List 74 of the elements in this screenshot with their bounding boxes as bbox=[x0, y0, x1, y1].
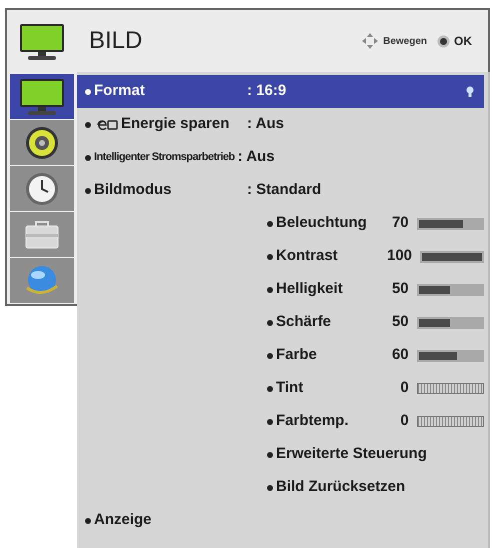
setting-label: Energie sparen bbox=[121, 114, 230, 134]
menu-row[interactable]: Erweiterte Steuerung bbox=[77, 438, 484, 471]
setting-value: 50 bbox=[390, 279, 409, 300]
setting-label: Farbtemp. bbox=[276, 411, 349, 432]
bullet-icon bbox=[267, 220, 273, 226]
menu-row[interactable]: Anzeige bbox=[77, 504, 484, 537]
setting-label: Erweiterte Steuerung bbox=[276, 444, 427, 464]
clock-icon bbox=[25, 172, 59, 206]
setting-value: 0 bbox=[399, 411, 409, 432]
tv-icon bbox=[18, 76, 66, 116]
setting-label: Farbe bbox=[276, 345, 317, 366]
setting-label: Schärfe bbox=[276, 312, 332, 332]
setting-value: 60 bbox=[390, 345, 409, 366]
menu-row[interactable]: Helligkeit 50 bbox=[77, 273, 484, 306]
setting-label: Format bbox=[94, 81, 145, 102]
hint-label: Bewegen bbox=[383, 34, 427, 48]
menu-row[interactable]: Kontrast 100 bbox=[77, 240, 484, 273]
setting-value: : 16:9 bbox=[247, 81, 286, 102]
setting-label: Bildmodus bbox=[94, 180, 172, 200]
setting-value: : Aus bbox=[238, 147, 275, 168]
tv-logo-icon bbox=[18, 22, 66, 62]
level-bar[interactable] bbox=[416, 350, 484, 362]
setting-label: Tint bbox=[276, 378, 304, 398]
bullet-icon bbox=[267, 254, 273, 260]
setting-label: Kontrast bbox=[276, 246, 338, 266]
bullet-icon bbox=[267, 484, 273, 490]
setting-value: 100 bbox=[387, 246, 412, 266]
setting-label: Beleuchtung bbox=[276, 213, 367, 234]
sidebar-tab[interactable] bbox=[10, 166, 74, 211]
setting-label: Helligkeit bbox=[276, 279, 343, 300]
menu-row[interactable]: Beleuchtung 70 bbox=[77, 207, 484, 240]
setting-value: : Standard bbox=[247, 180, 322, 200]
setting-label: Intelligenter Stromsparbetrieb bbox=[94, 150, 235, 166]
level-bar[interactable] bbox=[416, 284, 484, 296]
bullet-icon bbox=[85, 88, 91, 94]
level-bar[interactable] bbox=[416, 316, 484, 328]
bullet-icon bbox=[267, 320, 273, 326]
setting-label: Anzeige bbox=[94, 510, 152, 530]
bullet-icon bbox=[85, 518, 91, 524]
selected-menu-row[interactable]: Format : 16:9 bbox=[77, 75, 484, 108]
bullet-icon bbox=[85, 154, 91, 160]
bullet-icon bbox=[267, 386, 273, 392]
menu-row[interactable]: Bildmodus : Standard bbox=[77, 174, 484, 207]
setting-value: : Aus bbox=[247, 114, 284, 134]
menu-row[interactable]: Tint 0 bbox=[77, 372, 484, 405]
balance-bar[interactable] bbox=[416, 416, 484, 427]
setting-value: 0 bbox=[399, 378, 409, 398]
speaker-icon bbox=[25, 126, 59, 160]
ok-button-icon bbox=[437, 34, 450, 48]
direction-pad-icon bbox=[361, 32, 380, 50]
bullet-icon bbox=[267, 452, 273, 458]
bullet-icon bbox=[85, 122, 91, 128]
bullet-icon bbox=[85, 188, 91, 194]
setting-value: 70 bbox=[390, 213, 409, 234]
bullet-icon bbox=[267, 352, 273, 358]
setting-value: 50 bbox=[390, 312, 409, 332]
menu-row[interactable]: Intelligenter Stromsparbetrieb : Aus bbox=[77, 141, 484, 174]
sidebar-tab[interactable] bbox=[10, 120, 74, 165]
menu-title: BILD bbox=[89, 26, 142, 56]
toolbox-icon bbox=[24, 220, 60, 250]
balance-bar[interactable] bbox=[416, 383, 484, 394]
setting-label: Bild Zurücksetzen bbox=[276, 477, 406, 498]
menu-row[interactable]: Farbe 60 bbox=[77, 339, 484, 372]
menu-row[interactable]: Schärfe 50 bbox=[77, 306, 484, 339]
bullet-icon bbox=[267, 418, 273, 424]
menu-row[interactable]: Bild Zurücksetzen bbox=[77, 471, 484, 504]
lightbulb-icon bbox=[466, 86, 474, 98]
eco-icon bbox=[96, 118, 118, 130]
hint-label: OK bbox=[454, 33, 472, 50]
menu-row[interactable]: Farbtemp. 0 bbox=[77, 405, 484, 438]
sidebar-tab[interactable] bbox=[10, 74, 74, 119]
bullet-icon bbox=[267, 286, 273, 292]
menu-row[interactable]: Energie sparen : Aus bbox=[77, 108, 484, 141]
level-bar[interactable] bbox=[416, 218, 484, 230]
